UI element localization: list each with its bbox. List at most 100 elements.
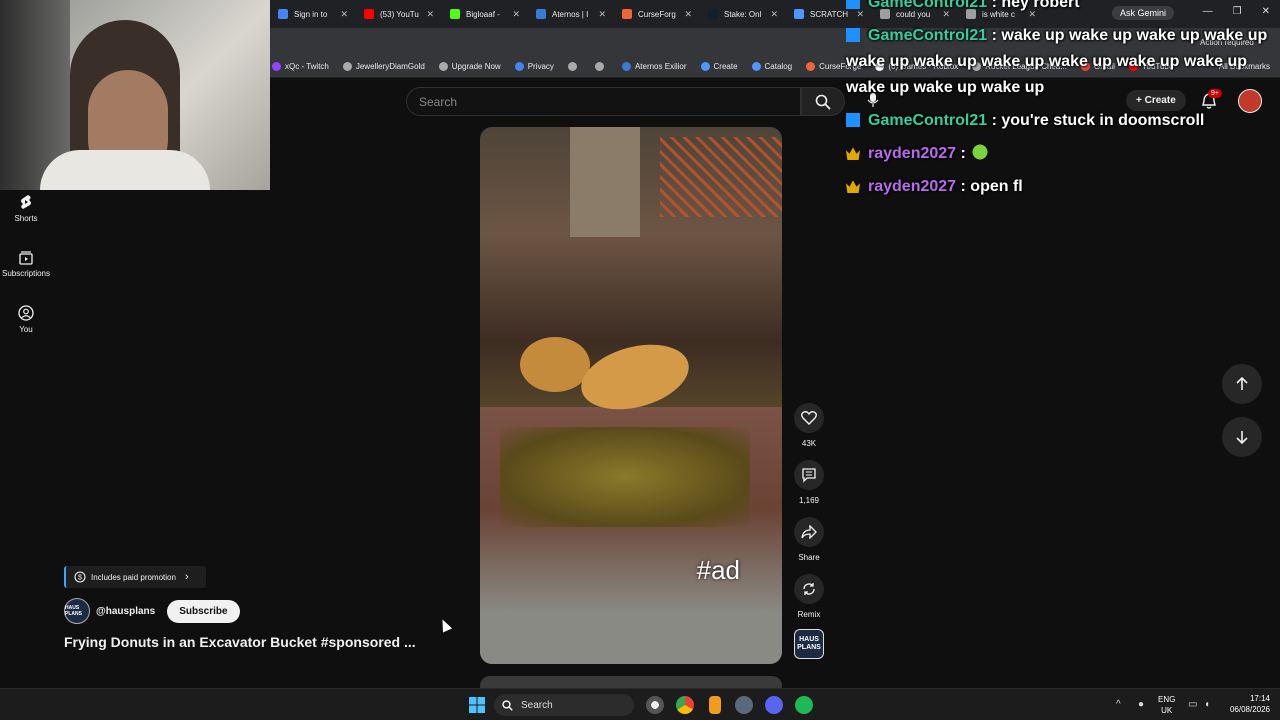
shorts-icon <box>21 195 31 209</box>
tab-label: SCRATCH <box>810 9 849 19</box>
tab-label: Aternos | I <box>552 9 589 19</box>
settings-icon[interactable] <box>735 696 753 714</box>
chat-message: GameControl21 : wake up wake up wake up … <box>846 23 1276 101</box>
chat-username: rayden2027 <box>868 145 957 162</box>
share-button[interactable]: Share <box>794 517 824 562</box>
nav-subscriptions[interactable]: Subscriptions <box>0 249 52 278</box>
bookmark-favicon-icon <box>806 62 816 71</box>
heart-icon <box>801 411 817 425</box>
bookmark-item[interactable] <box>594 62 608 71</box>
nav-you-label: You <box>19 325 33 334</box>
paid-promotion-icon: $ <box>74 571 86 583</box>
tab-close-icon[interactable]: ✕ <box>770 9 778 20</box>
chat-message: rayden2027 : open fl <box>846 174 1276 200</box>
tab-close-icon[interactable]: ✕ <box>598 9 606 20</box>
bookmark-label: Create <box>713 62 738 71</box>
comments-button[interactable]: 1,169 <box>794 460 824 505</box>
search-input[interactable]: Search <box>406 87 801 116</box>
nav-shorts[interactable]: Shorts <box>0 194 52 223</box>
bookmark-item[interactable]: Catalog <box>751 62 793 71</box>
discord-icon[interactable] <box>765 696 783 714</box>
tab-close-icon[interactable]: ✕ <box>340 9 348 20</box>
browser-tab[interactable]: CurseForg ✕ <box>614 0 700 28</box>
chrome-icon[interactable] <box>676 696 694 714</box>
nav-subscriptions-label: Subscriptions <box>1 269 51 278</box>
bookmark-favicon-icon <box>342 62 352 71</box>
bookmark-item[interactable]: Aternos Exilior <box>621 62 687 71</box>
short-video-player[interactable]: #ad <box>480 127 782 664</box>
previous-short-button[interactable] <box>1222 364 1262 404</box>
channel-handle[interactable]: @hausplans <box>96 606 155 617</box>
bookmark-favicon-icon <box>751 62 761 71</box>
tab-close-icon[interactable]: ✕ <box>512 9 520 20</box>
chat-text: : hey robert <box>991 0 1080 11</box>
search-icon <box>502 699 513 711</box>
channel-avatar-button[interactable]: HAUS PLANS <box>794 629 824 659</box>
subscriptions-icon <box>19 251 33 265</box>
comment-icon <box>802 468 816 483</box>
like-count: 43K <box>801 439 817 448</box>
chevron-up-icon[interactable]: ^ <box>1116 699 1121 710</box>
channel-avatar[interactable]: HAUS PLANS <box>64 598 90 624</box>
bookmark-item[interactable]: xQc - Twitch <box>272 62 329 71</box>
language-indicator[interactable]: ENG UK <box>1158 694 1175 716</box>
chat-text: : open fl <box>960 178 1023 195</box>
browser-tab[interactable]: (53) YouTu ✕ <box>356 0 442 28</box>
windows-start-icon[interactable] <box>468 696 486 714</box>
like-button[interactable]: 43K <box>794 403 824 448</box>
browser-tab[interactable]: Stake: Onl ✕ <box>700 0 786 28</box>
subscribe-button[interactable]: Subscribe <box>167 599 240 623</box>
verified-badge-icon <box>846 0 860 9</box>
paid-promotion-badge[interactable]: $ Includes paid promotion › <box>64 566 206 588</box>
app-icon[interactable] <box>709 696 721 714</box>
chat-message: GameControl21 : hey robert <box>846 0 1276 16</box>
bookmark-favicon-icon <box>700 62 710 71</box>
channel-row: HAUS PLANS @hausplans Subscribe <box>64 598 240 624</box>
taskbar-search-label: Search <box>521 699 553 711</box>
arrow-up-icon <box>1236 377 1248 390</box>
bookmark-item[interactable]: Privacy <box>514 62 554 71</box>
tab-close-icon[interactable]: ✕ <box>684 9 692 20</box>
video-title[interactable]: Frying Donuts in an Excavator Bucket #sp… <box>64 634 416 650</box>
browser-tab[interactable]: Bigloaaf - ✕ <box>442 0 528 28</box>
taskbar-search[interactable]: Search <box>494 694 634 716</box>
search-icon <box>815 94 831 110</box>
bookmark-label: Aternos Exilior <box>634 62 687 71</box>
mouse-cursor <box>437 617 453 633</box>
microphone-tray-icon[interactable]: ● <box>1138 699 1144 710</box>
paid-promotion-label: Includes paid promotion <box>91 572 176 582</box>
chat-username: GameControl21 <box>868 0 988 11</box>
bookmark-label: Catalog <box>764 62 793 71</box>
language-code: ENG <box>1158 695 1176 704</box>
chat-message: rayden2027 : <box>846 141 1276 167</box>
chat-text: : you're stuck in doomscroll <box>991 112 1205 129</box>
volume-icon[interactable]: ◖ <box>1204 699 1210 710</box>
remix-label: Remix <box>797 610 821 619</box>
tab-label: Sign in to <box>294 9 328 19</box>
nav-you[interactable]: You <box>0 305 52 334</box>
chat-text: : <box>960 145 966 162</box>
next-short-button[interactable] <box>1222 417 1262 457</box>
browser-tab[interactable]: Sign in to ✕ <box>270 0 356 28</box>
spotify-icon[interactable] <box>795 696 813 714</box>
clock[interactable]: 17:14 06/08/2026 <box>1230 693 1270 715</box>
browser-tab[interactable]: Aternos | I ✕ <box>528 0 614 28</box>
tab-favicon-icon <box>708 9 718 19</box>
crown-badge-icon <box>846 147 860 160</box>
remix-button[interactable]: Remix <box>794 574 824 619</box>
tab-favicon-icon <box>622 9 632 19</box>
bookmark-favicon-icon <box>514 62 524 71</box>
obs-icon[interactable] <box>646 696 664 714</box>
tab-close-icon[interactable]: ✕ <box>426 9 434 20</box>
tab-label: CurseForg <box>638 9 676 19</box>
tab-label: (53) YouTu <box>380 9 419 19</box>
network-icon[interactable]: ▭ <box>1188 699 1197 710</box>
bookmark-item[interactable]: Upgrade Now <box>438 62 501 71</box>
bookmark-item[interactable]: JewelleryDiamGold <box>342 62 425 71</box>
next-short-preview[interactable] <box>480 676 782 688</box>
bookmark-label: JewelleryDiamGold <box>355 62 425 71</box>
bookmark-item[interactable]: Create <box>700 62 738 71</box>
bookmark-item[interactable] <box>567 62 581 71</box>
crown-badge-icon <box>846 180 860 193</box>
search-button[interactable] <box>801 87 845 116</box>
